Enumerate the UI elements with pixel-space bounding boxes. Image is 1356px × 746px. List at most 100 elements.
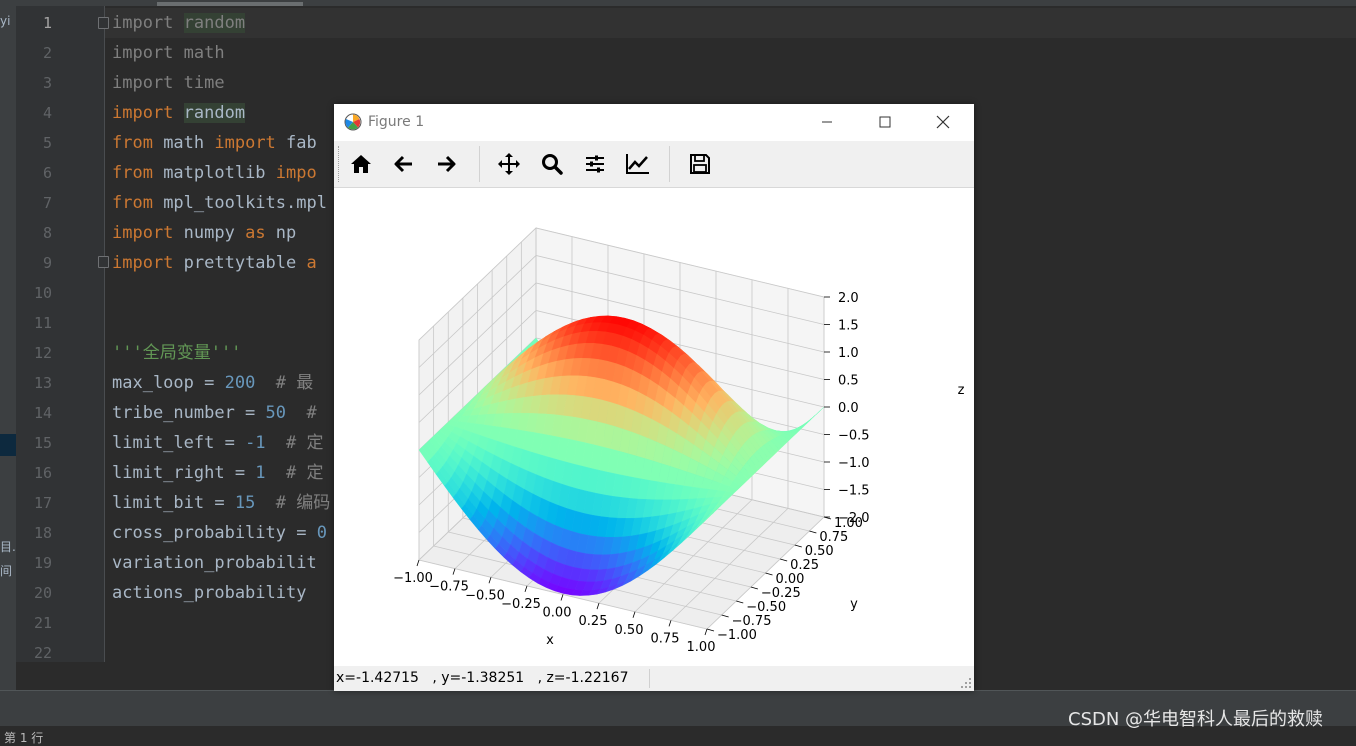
line-number: 22 (33, 644, 52, 662)
line-number: 11 (33, 314, 52, 332)
project-panel-fragment: yi (0, 14, 11, 28)
save-button[interactable] (684, 148, 716, 180)
code-line[interactable]: import random (112, 98, 246, 128)
code-token: 15 (234, 493, 256, 513)
line-number: 10 (33, 284, 52, 302)
minimize-button[interactable] (804, 104, 850, 140)
pan-icon (498, 153, 520, 175)
figure-toolbar (334, 141, 974, 188)
code-line[interactable]: import random (112, 8, 246, 38)
surface-plot[interactable]: −1.00−0.75−0.50−0.250.000.250.500.751.00… (334, 188, 974, 666)
code-token: fab (286, 133, 317, 153)
code-line[interactable]: from mpl_toolkits.mpl (112, 188, 327, 218)
configure-subplots-button[interactable] (579, 148, 611, 180)
code-token: '''全局变量''' (112, 343, 242, 363)
forward-icon (438, 155, 456, 173)
code-token: from (112, 163, 164, 183)
figure-title: Figure 1 (368, 114, 425, 130)
code-line[interactable]: from matplotlib impo (112, 158, 317, 188)
line-number: 18 (33, 524, 52, 542)
code-token: variation_probabilit (112, 553, 317, 573)
code-token: 1 (255, 463, 266, 483)
line-number: 9 (42, 254, 52, 272)
configure-subplots-icon (586, 155, 604, 173)
line-number: 16 (33, 464, 52, 482)
toolbar-grip[interactable] (338, 146, 341, 182)
active-tab-indicator[interactable] (157, 2, 303, 6)
code-line[interactable]: import time (112, 68, 225, 98)
maximize-button[interactable] (862, 104, 908, 140)
y-tick (809, 530, 817, 534)
fold-marker-icon[interactable] (98, 17, 109, 29)
y-tick-label: −0.75 (732, 614, 772, 629)
y-tick (706, 628, 715, 632)
line-number: 5 (42, 134, 52, 152)
x-tick-label: −1.00 (393, 571, 433, 586)
code-line[interactable]: import prettytable a (112, 248, 317, 278)
figure-window[interactable]: Figure 1 −1.00 −0.75 −0.50 −0.25 0.00 0.… (334, 104, 974, 691)
coord-y: , y=-1.38251 (432, 670, 525, 686)
code-line[interactable]: variation_probabilit (112, 548, 317, 578)
resize-grip-icon[interactable] (961, 678, 971, 688)
code-token: import (112, 13, 184, 33)
y-tick-label: −0.50 (746, 600, 786, 615)
x-tick (488, 577, 492, 584)
y-tick (794, 544, 802, 548)
code-line[interactable]: limit_right = 1 # 定 (112, 458, 324, 488)
z-tick-label: −1.5 (838, 484, 870, 499)
z-axis-label: z (958, 383, 965, 398)
code-line[interactable]: limit_left = -1 # 定 (112, 428, 324, 458)
close-button[interactable] (920, 104, 966, 140)
zoom-button[interactable] (536, 148, 568, 180)
maximize-icon (879, 116, 891, 128)
project-panel[interactable]: yi 目.p 间 (0, 6, 16, 690)
z-tick-label: 1.5 (838, 319, 859, 334)
back-button[interactable] (388, 148, 420, 180)
code-token: import (214, 133, 287, 153)
status-text: 第 1 行 (4, 731, 44, 745)
code-token: random (183, 13, 246, 33)
code-token: import time (112, 73, 225, 93)
code-line[interactable]: cross_probability = 0 (112, 518, 327, 548)
code-line[interactable]: from math import fab (112, 128, 317, 158)
figure-canvas[interactable]: −1.00 −0.75 −0.50 −0.25 0.00 0.25 0.50 0.75 1.00… (334, 188, 974, 666)
code-line[interactable]: actions_probability (112, 578, 317, 608)
line-number: 6 (42, 164, 52, 182)
project-panel-fragment: 目.p (0, 540, 16, 554)
code-line[interactable]: max_loop = 200 # 最 (112, 368, 313, 398)
coord-z: , z=-1.22167 (537, 670, 629, 686)
y-axis-label: y (850, 597, 858, 612)
code-line[interactable]: '''全局变量''' (112, 338, 241, 368)
gutter-divider (104, 6, 105, 662)
code-token: limit_left = (112, 433, 246, 453)
home-button[interactable] (345, 148, 377, 180)
code-token: 50 (265, 403, 287, 423)
line-number: 14 (33, 404, 52, 422)
code-token: import math (112, 43, 225, 63)
project-panel-selection (0, 434, 16, 456)
forward-button[interactable] (430, 148, 462, 180)
y-tick-label: 0.75 (819, 530, 848, 545)
x-tick-label: −0.75 (429, 580, 469, 595)
z-tick-label: 2.0 (838, 291, 859, 306)
code-line[interactable]: import math (112, 38, 225, 68)
fold-marker-icon[interactable] (98, 256, 109, 268)
pan-button[interactable] (493, 148, 525, 180)
y-tick-label: −0.25 (761, 586, 801, 601)
x-tick (596, 602, 600, 610)
x-tick (668, 620, 672, 627)
code-line[interactable]: import numpy as np (112, 218, 296, 248)
y-tick-label: 0.50 (805, 544, 834, 559)
code-line[interactable]: tribe_number = 50 # (112, 398, 317, 428)
x-tick-label: 0.50 (615, 623, 644, 638)
x-axis-label: x (546, 633, 554, 648)
line-number: 15 (33, 434, 52, 452)
code-token: mpl_toolkits.mpl (163, 193, 327, 213)
line-number: 13 (33, 374, 52, 392)
figure-titlebar[interactable]: Figure 1 (334, 104, 974, 141)
code-line[interactable]: limit_bit = 15 # 编码 (112, 488, 330, 518)
edit-axis-button[interactable] (622, 148, 654, 180)
home-icon (351, 155, 371, 173)
line-number: 3 (42, 74, 52, 92)
x-tick (632, 611, 636, 618)
